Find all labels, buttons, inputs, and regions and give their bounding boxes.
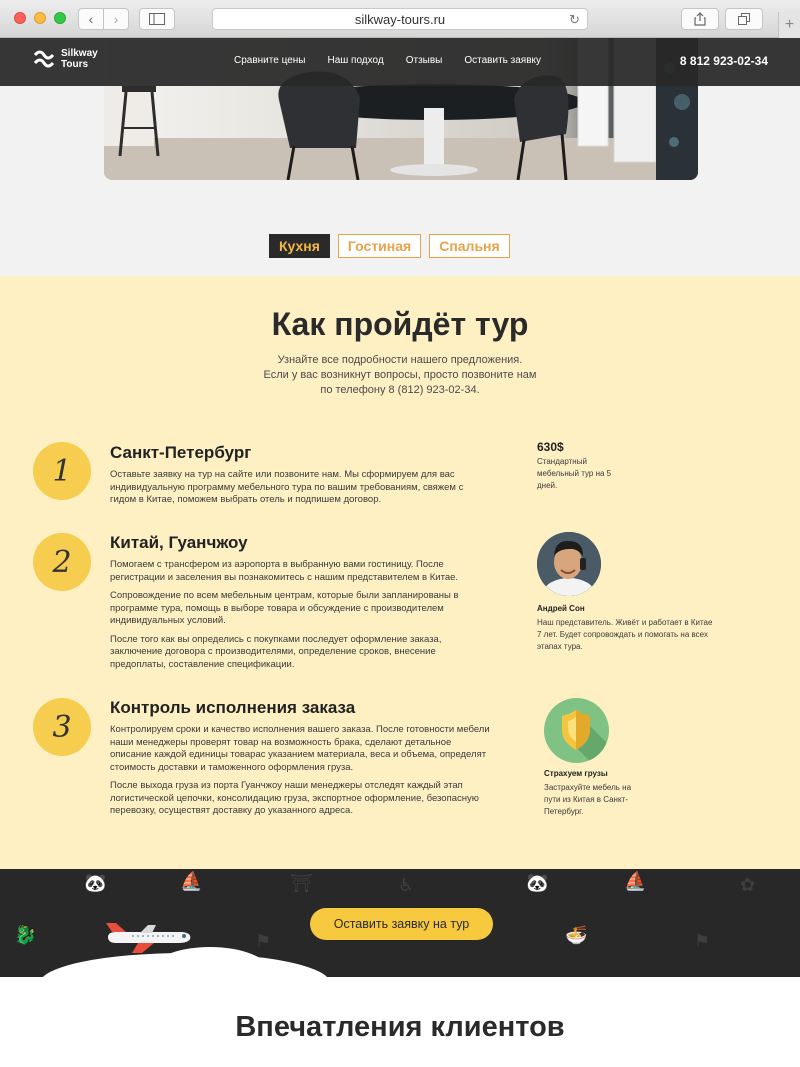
step-paragraph: Помогаем с трансфером из аэропорта в выб…	[110, 559, 459, 583]
step-number-badge: 3	[33, 698, 91, 756]
tour-price: 630$	[537, 440, 564, 454]
step-description: Оставьте заявку на тур на сайте или позв…	[110, 469, 490, 513]
tour-subtitle-line: по телефону 8 (812) 923-02-34.	[320, 384, 480, 396]
flag-pattern-icon: ⚑	[694, 931, 711, 951]
step-paragraph: Сопровождение по всем мебельным центрам,…	[110, 590, 459, 626]
flag-pattern-icon: ⚑	[255, 931, 272, 951]
representative-description: Наш представитель. Живёт и работает в Ки…	[537, 618, 713, 651]
tour-price-info: 630$ Стандартный мебельный тур на 5 дней…	[537, 441, 627, 492]
step-paragraph: После того как вы определись с покупками…	[110, 633, 442, 670]
tab-living-room[interactable]: Гостиная	[337, 234, 422, 258]
zoom-window-button[interactable]	[54, 12, 66, 24]
tour-section: Как пройдёт тур Узнайте все подробности …	[0, 276, 800, 869]
plus-icon: +	[784, 16, 795, 33]
step-title: Китай, Гуанчжоу	[110, 533, 248, 552]
insurance-description: Застрахуйте мебель на пути из Китая в Са…	[544, 783, 632, 816]
panda-pattern-icon: 🐼	[84, 873, 107, 893]
chevron-left-icon: ‹	[88, 11, 94, 27]
share-button[interactable]	[681, 8, 719, 30]
close-window-button[interactable]	[14, 12, 26, 24]
tour-subtitle-line: Если у вас возникнут вопросы, просто поз…	[263, 369, 537, 381]
junk-ship-pattern-icon: ⛵	[180, 871, 203, 891]
representative-info: Андрей Сон Наш представитель. Живёт и ра…	[537, 603, 717, 653]
step-number-badge: 1	[33, 442, 91, 500]
share-icon	[694, 12, 706, 26]
header-phone[interactable]: 8 812 923-02-34	[680, 54, 768, 68]
site-header: Silkway Tours Сравните цены Наш подход О…	[0, 38, 800, 86]
step-paragraph: После выхода груза из порта Гуанчжоу наш…	[110, 780, 479, 816]
logo-text-line2: Tours	[61, 59, 89, 70]
chevron-right-icon: ›	[113, 11, 119, 27]
reviews-title: Впечатления клиентов	[235, 1011, 565, 1043]
step-description: Контролируем сроки и качество исполнения…	[110, 724, 490, 824]
address-bar[interactable]: silkway-tours.ru ↻	[212, 8, 588, 30]
back-button[interactable]: ‹	[78, 8, 104, 30]
tab-kitchen[interactable]: Кухня	[269, 234, 330, 258]
tour-subtitle-line: Узнайте все подробности нашего предложен…	[277, 354, 523, 366]
pagoda-pattern-icon: ⛩	[290, 873, 313, 893]
minimize-window-button[interactable]	[34, 12, 46, 24]
step-paragraph: Контролируем сроки и качество исполнения…	[110, 724, 490, 773]
reviews-section: Впечатления клиентов	[0, 977, 800, 1067]
representative-photo	[537, 532, 601, 596]
nav-leave-request[interactable]: Оставить заявку	[464, 55, 541, 66]
insurance-badge	[544, 698, 609, 763]
step-title: Санкт-Петербург	[110, 443, 252, 462]
dragon-pattern-icon: 🐉	[14, 925, 37, 945]
tabs-icon	[738, 13, 750, 25]
tour-subtitle: Узнайте все подробности нашего предложен…	[0, 353, 800, 398]
tab-bedroom[interactable]: Спальня	[429, 234, 510, 258]
step-paragraph: Оставьте заявку на тур на сайте или позв…	[110, 469, 464, 505]
tab-overview-button[interactable]	[725, 8, 763, 30]
insurance-title: Страхуем грузы	[544, 769, 608, 778]
junk-ship-pattern-icon: ⛵	[624, 871, 647, 891]
sidebar-icon	[149, 13, 165, 25]
silkway-logo-icon	[33, 50, 55, 68]
tour-price-description: Стандартный мебельный тур на 5 дней.	[537, 457, 612, 490]
noodles-pattern-icon: 🍜	[565, 925, 588, 945]
site-logo[interactable]: Silkway Tours	[32, 47, 98, 71]
nav-reviews[interactable]: Отзывы	[406, 55, 443, 66]
sidebar-toggle-button[interactable]	[139, 8, 175, 30]
main-nav: Сравните цены Наш подход Отзывы Оставить…	[234, 55, 563, 66]
logo-text-line1: Silkway	[61, 48, 98, 59]
representative-name: Андрей Сон	[537, 604, 585, 613]
bowl-pattern-icon: ✿	[740, 875, 756, 895]
insurance-info: Страхуем грузы Застрахуйте мебель на пут…	[544, 768, 644, 818]
new-tab-button[interactable]: +	[778, 12, 800, 38]
leave-tour-request-button[interactable]: Оставить заявку на тур	[310, 908, 493, 940]
cta-band: 🐼 ⛵ ⛩ ♿ 🐼 ⛵ ✿ 🐉 ⚑ 🍜 ⚑ Оставить заявку на…	[0, 869, 800, 977]
panda-pattern-icon: 🐼	[526, 873, 549, 893]
representative-avatar	[537, 532, 601, 596]
reload-icon[interactable]: ↻	[569, 12, 580, 28]
room-tabs: Кухня Гостиная Спальня	[269, 234, 510, 258]
url-text: silkway-tours.ru	[354, 11, 446, 27]
step-description: Помогаем с трансфером из аэропорта в выб…	[110, 559, 490, 677]
step-title: Контроль исполнения заказа	[110, 698, 356, 717]
step-number-badge: 2	[33, 533, 91, 591]
tour-title: Как пройдёт тур	[271, 306, 529, 342]
rickshaw-pattern-icon: ♿	[398, 875, 415, 895]
browser-toolbar: ‹ › silkway-tours.ru ↻ +	[0, 0, 800, 38]
nav-our-approach[interactable]: Наш подход	[327, 55, 383, 66]
nav-compare-prices[interactable]: Сравните цены	[234, 55, 305, 66]
forward-button[interactable]: ›	[103, 8, 129, 30]
shield-icon	[562, 710, 609, 763]
